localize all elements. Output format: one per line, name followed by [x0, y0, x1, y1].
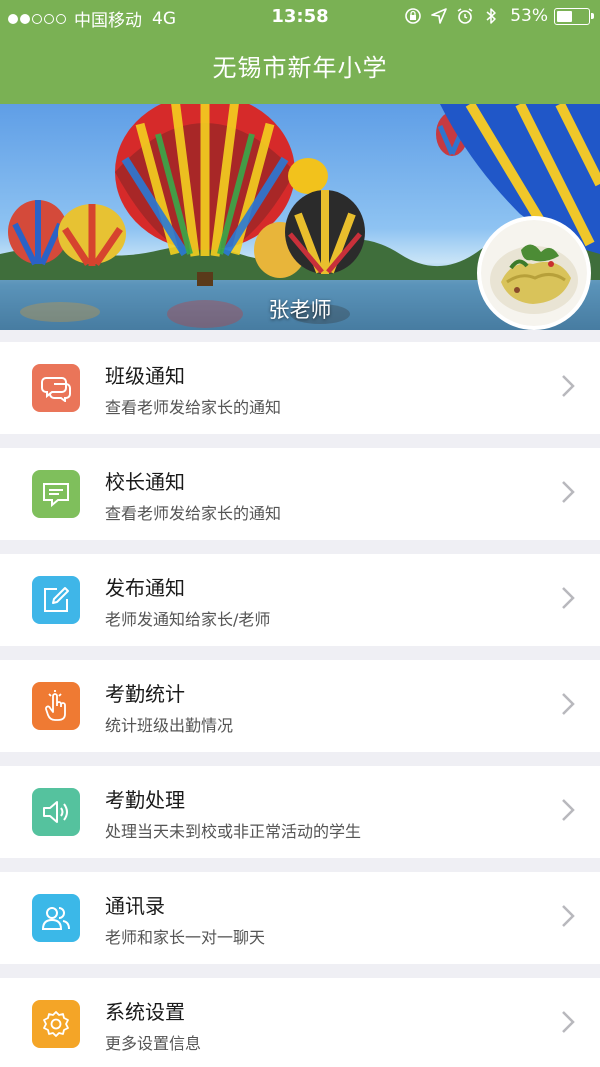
- menu-item-title: 考勤处理: [105, 788, 185, 812]
- avatar[interactable]: [477, 216, 591, 330]
- chevron-right-icon: [562, 905, 575, 927]
- menu-item-settings[interactable]: 系统设置 更多设置信息: [0, 978, 600, 1067]
- page-title: 无锡市新年小学: [212, 54, 388, 82]
- menu-item-attendance-stats[interactable]: 考勤统计 统计班级出勤情况: [0, 660, 600, 752]
- battery-icon: [554, 7, 594, 25]
- menu-item-title: 通讯录: [105, 894, 165, 918]
- status-right: 53%: [396, 6, 594, 26]
- menu-list: 班级通知 查看老师发给家长的通知 校长通知 查看老师发给家长的通知 发布通知 老…: [0, 342, 600, 1067]
- gear-icon: [32, 1000, 80, 1048]
- menu-item-subtitle: 统计班级出勤情况: [105, 716, 234, 735]
- menu-item-subtitle: 查看老师发给家长的通知: [105, 504, 282, 523]
- chevron-right-icon: [562, 799, 575, 821]
- location-arrow-icon: [431, 8, 448, 24]
- tap-hand-icon: [32, 682, 80, 730]
- alarm-icon: [457, 8, 473, 24]
- menu-item-title: 考勤统计: [105, 682, 185, 706]
- battery-percentage: 53%: [510, 6, 548, 26]
- menu-item-attendance-handling[interactable]: 考勤处理 处理当天未到校或非正常活动的学生: [0, 766, 600, 858]
- edit-icon: [32, 576, 80, 624]
- menu-item-title: 校长通知: [105, 470, 185, 494]
- chevron-right-icon: [562, 375, 575, 397]
- menu-item-title: 系统设置: [105, 1000, 185, 1024]
- menu-item-subtitle: 更多设置信息: [105, 1034, 202, 1053]
- header-banner: 张老师: [0, 104, 600, 330]
- top-bar: 中国移动 4G 13:58 53% 无锡市新年小学: [0, 0, 600, 104]
- menu-item-subtitle: 老师发通知给家长/老师: [105, 610, 271, 629]
- chat-bubbles-icon: [32, 364, 80, 412]
- menu-item-subtitle: 查看老师发给家长的通知: [105, 398, 282, 417]
- battery-fill: [557, 10, 572, 22]
- menu-item-contacts[interactable]: 通讯录 老师和家长一对一聊天: [0, 872, 600, 964]
- menu-item-subtitle: 老师和家长一对一聊天: [105, 928, 266, 947]
- menu-item-title: 班级通知: [105, 364, 185, 388]
- menu-item-class-notice[interactable]: 班级通知 查看老师发给家长的通知: [0, 342, 600, 434]
- menu-item-title: 发布通知: [105, 576, 185, 600]
- speaker-icon: [32, 788, 80, 836]
- message-box-icon: [32, 470, 80, 518]
- chevron-right-icon: [562, 587, 575, 609]
- menu-item-principal-notice[interactable]: 校长通知 查看老师发给家长的通知: [0, 448, 600, 540]
- menu-item-publish-notice[interactable]: 发布通知 老师发通知给家长/老师: [0, 554, 600, 646]
- orientation-lock-icon: [405, 8, 422, 24]
- status-bar: 中国移动 4G 13:58 53%: [0, 0, 600, 34]
- contacts-icon: [32, 894, 80, 942]
- chevron-right-icon: [562, 693, 575, 715]
- chevron-right-icon: [562, 1011, 575, 1033]
- chevron-right-icon: [562, 481, 575, 503]
- menu-item-subtitle: 处理当天未到校或非正常活动的学生: [105, 822, 362, 841]
- avatar-food-image: [481, 220, 587, 326]
- bluetooth-icon: [486, 8, 496, 24]
